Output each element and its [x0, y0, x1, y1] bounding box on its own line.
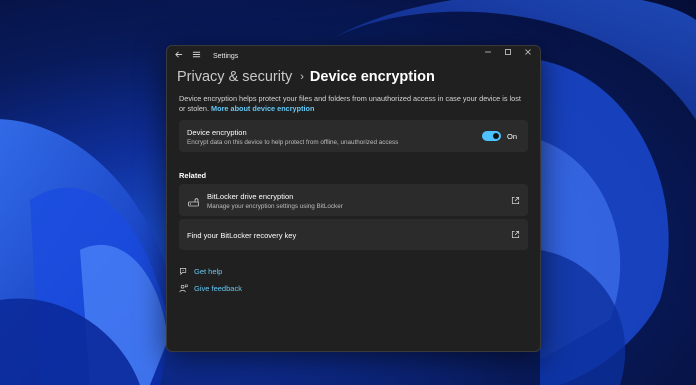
- external-link-icon: [511, 230, 520, 239]
- app-title: Settings: [213, 53, 239, 60]
- device-encryption-card: Device encryption Encrypt data on this d…: [179, 120, 528, 152]
- recovery-key-title: Find your BitLocker recovery key: [187, 231, 297, 240]
- breadcrumb: Privacy & security › Device encryption: [177, 69, 435, 85]
- more-info-link[interactable]: More about device encryption: [211, 104, 314, 113]
- get-help-link[interactable]: Get help: [179, 267, 222, 276]
- title-bar: Settings: [167, 46, 540, 68]
- page-title: Device encryption: [309, 69, 435, 85]
- drive-lock-icon: [188, 195, 200, 213]
- close-icon[interactable]: [520, 48, 536, 58]
- maximize-icon[interactable]: [500, 48, 516, 58]
- bitlocker-item-title: BitLocker drive encryption: [207, 192, 294, 201]
- page-description: Device encryption helps protect your fil…: [179, 94, 529, 114]
- feedback-person-icon: [179, 284, 188, 293]
- get-help-label: Get help: [194, 267, 223, 276]
- give-feedback-link[interactable]: Give feedback: [179, 284, 242, 293]
- related-section-label: Related: [179, 171, 207, 180]
- breadcrumb-parent[interactable]: Privacy & security: [177, 69, 292, 85]
- device-encryption-toggle[interactable]: [482, 131, 501, 141]
- breadcrumb-separator: ›: [300, 71, 304, 83]
- toggle-state-label: On: [507, 132, 518, 141]
- settings-window: Settings Privacy & security › Device enc…: [166, 45, 541, 352]
- hamburger-menu-icon[interactable]: [192, 50, 201, 61]
- recovery-key-item[interactable]: Find your BitLocker recovery key: [179, 219, 528, 250]
- help-chat-icon: [179, 267, 187, 276]
- bitlocker-item-subtitle: Manage your encryption settings using Bi…: [207, 203, 343, 210]
- toggle-knob: [493, 133, 499, 139]
- device-encryption-title: Device encryption: [187, 128, 247, 137]
- bitlocker-drive-encryption-item[interactable]: BitLocker drive encryption Manage your e…: [179, 184, 528, 216]
- give-feedback-label: Give feedback: [194, 284, 242, 293]
- external-link-icon: [511, 196, 520, 205]
- minimize-icon[interactable]: [480, 48, 496, 58]
- back-arrow-icon[interactable]: [174, 50, 183, 61]
- device-encryption-subtitle: Encrypt data on this device to help prot…: [187, 139, 399, 146]
